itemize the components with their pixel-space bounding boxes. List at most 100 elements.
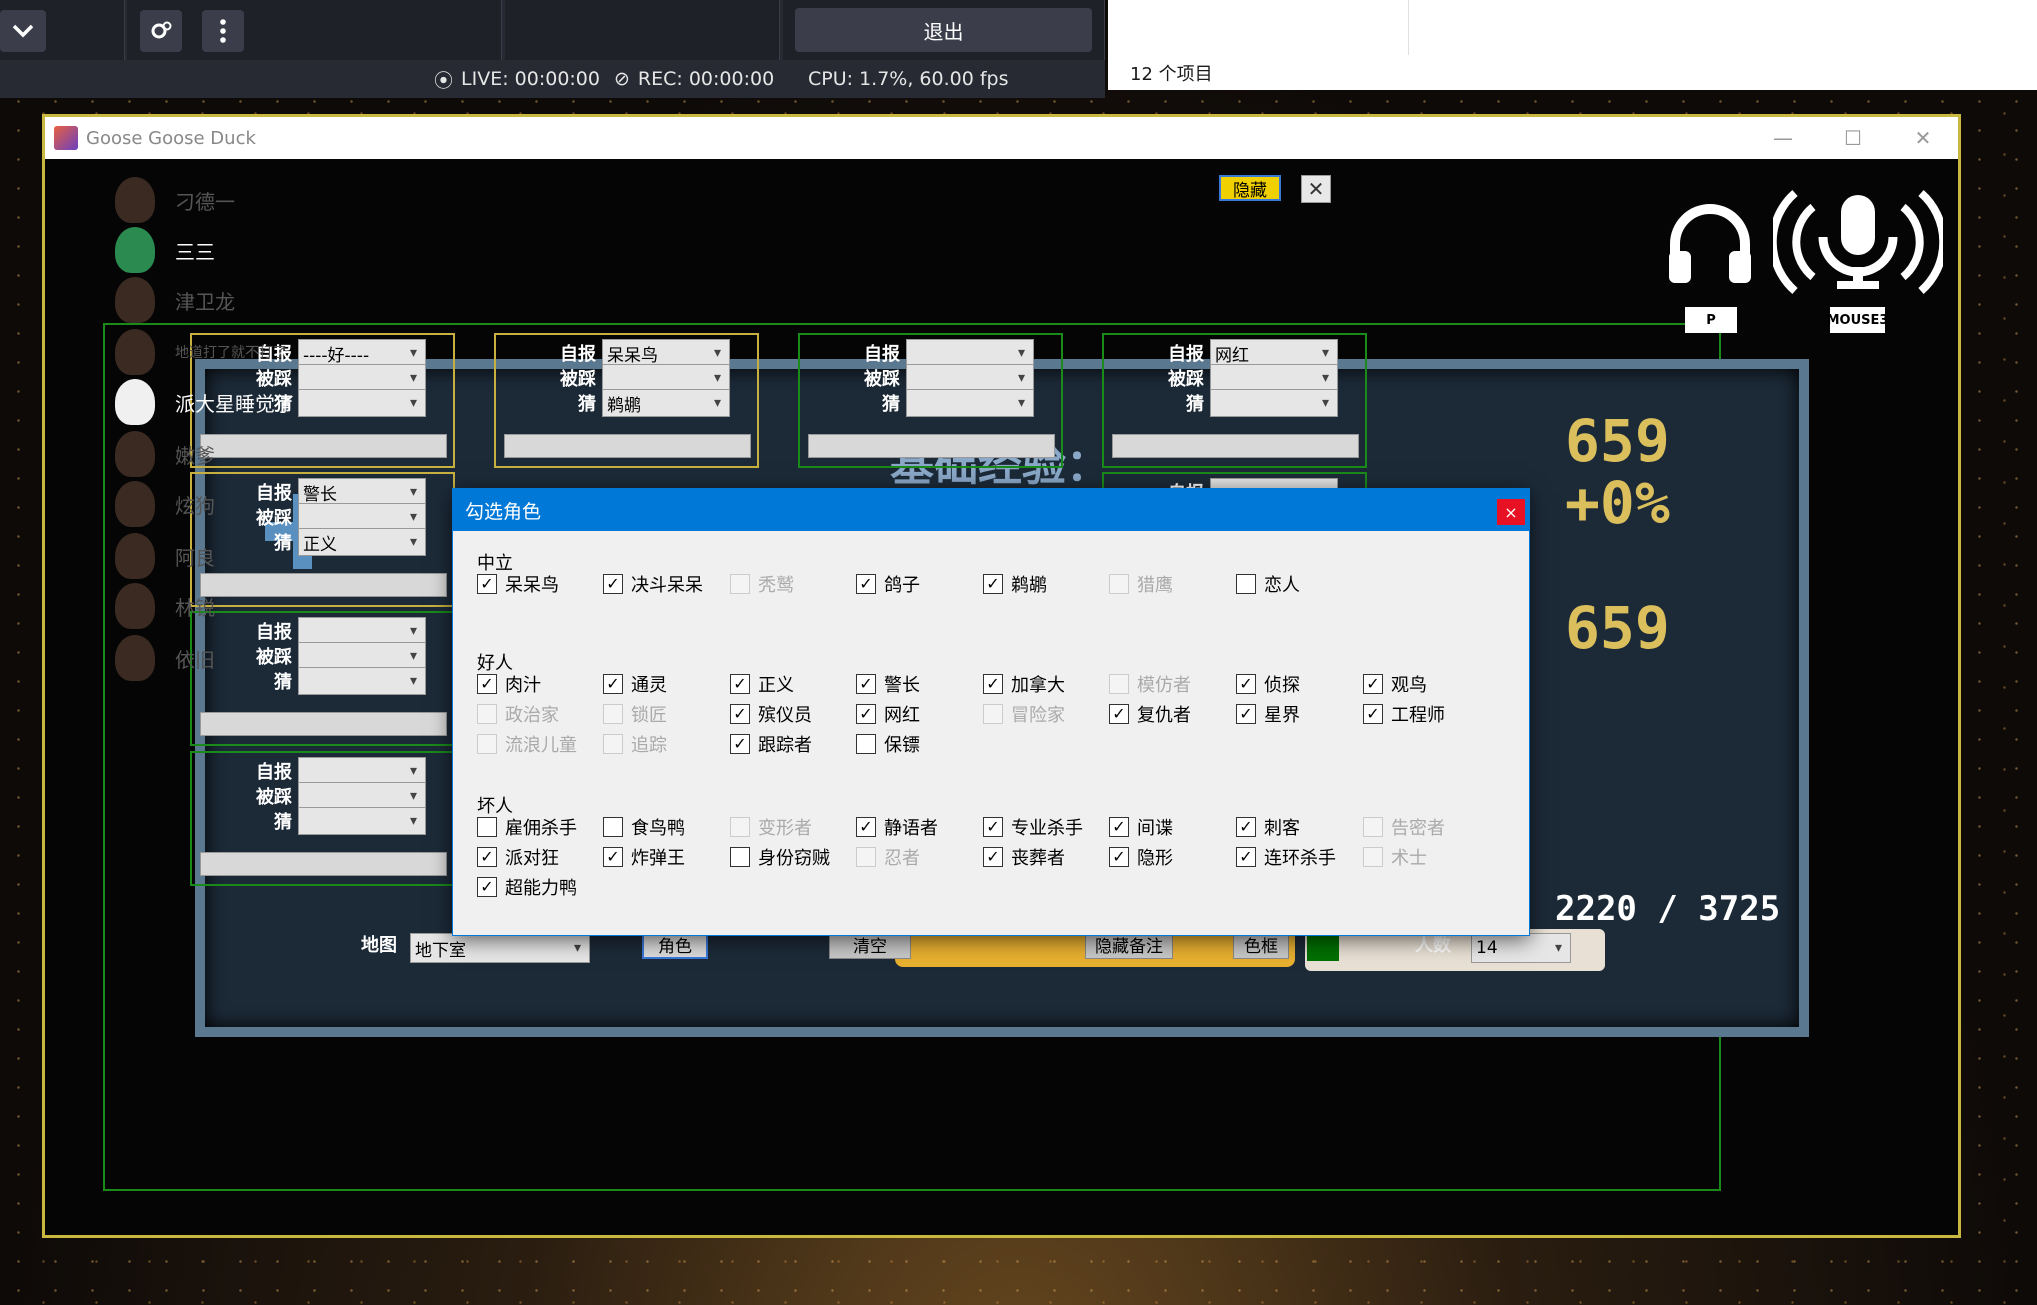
player-name: 地道打了就不打了 [175,345,287,361]
card-select[interactable]: ----好---- [298,339,426,367]
exp-number: 659 [1565,407,1670,475]
chevron-down-icon[interactable] [0,10,46,52]
close-icon[interactable]: ✕ [1888,117,1958,159]
card-note-field[interactable] [200,434,447,458]
card-select[interactable] [298,757,426,785]
role-checkbox[interactable]: ✓ 肉汁 [477,671,541,697]
player-name: 刁德一 [175,189,235,214]
card-select[interactable] [298,667,426,695]
card-select[interactable] [298,389,426,417]
player-name: 依旧 [175,647,215,672]
gear-icon[interactable] [140,10,182,52]
role-checkbox[interactable]: ✓ 决斗呆呆 [603,571,703,597]
role-checkbox[interactable]: 雇佣杀手 [477,814,577,840]
card-note-field[interactable] [1112,434,1359,458]
card-note-field[interactable] [808,434,1055,458]
role-checkbox[interactable]: ✓ 工程师 [1363,701,1445,727]
exit-button[interactable]: 退出 [795,8,1092,52]
avatar [115,583,155,629]
role-checkbox[interactable]: ✓ 复仇者 [1109,701,1191,727]
role-checkbox[interactable]: 恋人 [1236,571,1300,597]
more-vertical-icon[interactable] [202,10,244,52]
checkbox-icon: ✓ [983,674,1003,694]
card-select[interactable] [1210,364,1338,392]
card-select[interactable] [298,364,426,392]
card-select[interactable] [298,807,426,835]
role-checkbox: 政治家 [477,701,559,727]
checkbox-icon: ✓ [1109,847,1129,867]
card-select[interactable] [906,364,1034,392]
role-checkbox[interactable]: ✓ 炸弹王 [603,844,685,870]
role-checkbox[interactable]: ✓ 专业杀手 [983,814,1083,840]
role-checkbox[interactable]: 身份窃贼 [730,844,830,870]
role-checkbox: 追踪 [603,731,667,757]
card-note-field[interactable] [200,712,447,736]
card-select[interactable] [602,364,730,392]
card-select[interactable]: 警长 [298,478,426,506]
card-select[interactable]: 网红 [1210,339,1338,367]
checkbox-icon: ✓ [1236,704,1256,724]
role-checkbox[interactable]: ✓ 正义 [730,671,794,697]
role-checkbox[interactable]: ✓ 观鸟 [1363,671,1427,697]
card-select[interactable] [298,642,426,670]
player-card: 自报警长被踩猜正义 [190,472,455,607]
role-checkbox[interactable]: ✓ 侦探 [1236,671,1300,697]
card-select[interactable] [906,339,1034,367]
hide-button[interactable]: 隐藏 [1219,175,1281,201]
role-checkbox[interactable]: ✓ 警长 [856,671,920,697]
role-checkbox[interactable]: ✓ 殡仪员 [730,701,812,727]
role-checkbox[interactable]: ✓ 连环杀手 [1236,844,1336,870]
role-label: 刺客 [1264,818,1300,839]
dialog-close-button[interactable]: × [1497,499,1525,525]
role-checkbox[interactable]: ✓ 呆呆鸟 [477,571,559,597]
card-note-field[interactable] [504,434,751,458]
role-checkbox[interactable]: ✓ 网红 [856,701,920,727]
map-select[interactable]: 地下室 [410,933,590,963]
role-checkbox[interactable]: 食鸟鸭 [603,814,685,840]
rec-status: ⊘ REC: 00:00:00 [614,66,774,92]
role-checkbox[interactable]: ✓ 鸽子 [856,571,920,597]
role-checkbox[interactable]: ✓ 加拿大 [983,671,1065,697]
card-row: 猜鹈鹕 [536,389,730,417]
role-checkbox[interactable]: ✓ 丧葬者 [983,844,1065,870]
role-checkbox[interactable]: ✓ 间谍 [1109,814,1173,840]
card-select[interactable]: 鹈鹕 [602,389,730,417]
card-select[interactable] [298,503,426,531]
card-note-field[interactable] [200,852,447,876]
role-checkbox[interactable]: ✓ 通灵 [603,671,667,697]
dialog-titlebar[interactable]: 勾选角色 × [453,489,1529,531]
card-row-label: 猜 [578,394,596,415]
role-checkbox[interactable]: ✓ 鹈鹕 [983,571,1047,597]
card-select[interactable] [1210,389,1338,417]
card-select[interactable]: 呆呆鸟 [602,339,730,367]
role-checkbox[interactable]: ✓ 隐形 [1109,844,1173,870]
count-select[interactable]: 14 [1471,933,1571,963]
window-titlebar[interactable]: Goose Goose Duck — ☐ ✕ [45,117,1958,159]
close-overlay-button[interactable]: ✕ [1301,175,1331,203]
obs-toolbar: 退出 ⦿ LIVE: 00:00:00 ⊘ REC: 00:00:00 CPU:… [0,0,1105,98]
player-name: 派大星睡觉了 [175,391,295,416]
checkbox-icon: ✓ [603,674,623,694]
card-note-field[interactable] [200,573,447,597]
card-row-label: 被踩 [256,508,292,529]
role-label: 模仿者 [1137,675,1191,696]
role-checkbox[interactable]: ✓ 星界 [1236,701,1300,727]
role-checkbox[interactable]: ✓ 超能力鸭 [477,874,577,900]
card-row-label: 猜 [274,672,292,693]
role-checkbox[interactable]: ✓ 跟踪者 [730,731,812,757]
card-select[interactable] [298,782,426,810]
checkbox-icon: ✓ [1109,704,1129,724]
role-checkbox[interactable]: ✓ 派对狂 [477,844,559,870]
card-select[interactable] [298,617,426,645]
role-checkbox[interactable]: ✓ 静语者 [856,814,938,840]
player-item: 依旧 [115,635,215,681]
card-select[interactable] [906,389,1034,417]
role-label: 专业杀手 [1011,818,1083,839]
maximize-icon[interactable]: ☐ [1818,117,1888,159]
role-label: 身份窃贼 [758,848,830,869]
role-checkbox[interactable]: 保镖 [856,731,920,757]
role-checkbox[interactable]: ✓ 刺客 [1236,814,1300,840]
card-select[interactable]: 正义 [298,528,426,556]
avatar [115,431,155,477]
minimize-icon[interactable]: — [1748,117,1818,159]
